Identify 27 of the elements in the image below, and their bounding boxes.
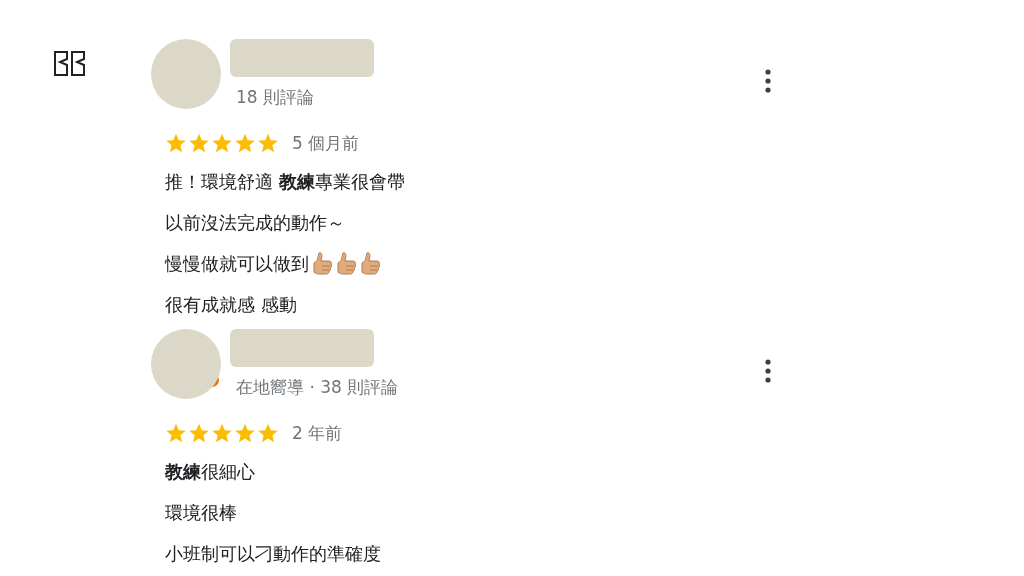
review-text: 以前沒法完成的動作～ <box>165 211 345 235</box>
star-icon <box>211 132 233 154</box>
quote-icon <box>53 50 86 77</box>
reviewer-meta: 在地嚮導 · 38 則評論 <box>236 377 400 397</box>
reviewer-meta: 18 則評論 <box>236 87 316 107</box>
star-icon <box>257 422 279 444</box>
review-text: 慢慢做就可以做到 <box>165 252 309 276</box>
star-icon <box>234 132 256 154</box>
thumbs-up-icon <box>335 250 357 277</box>
review-text: 教練很細心 <box>165 460 255 484</box>
star-icon <box>188 132 210 154</box>
review-text: 很有成就感 感動 <box>165 293 297 317</box>
star-icon <box>165 422 187 444</box>
more-options-icon[interactable] <box>765 359 771 383</box>
star-icon <box>257 132 279 154</box>
review-time: 2 年前 <box>292 421 343 445</box>
review-text: 環境很棒 <box>165 501 237 525</box>
star-icon <box>234 422 256 444</box>
more-options-icon[interactable] <box>765 69 771 93</box>
review-text: 推！環境舒適 教練專業很會帶 <box>165 170 405 194</box>
star-icon <box>188 422 210 444</box>
star-icon <box>165 132 187 154</box>
thumbs-up-icon <box>311 250 333 277</box>
review-time: 5 個月前 <box>292 131 360 155</box>
star-icon <box>211 422 233 444</box>
thumbs-up-icon <box>359 250 381 277</box>
review-text: 小班制可以刁動作的準確度 <box>165 542 381 566</box>
